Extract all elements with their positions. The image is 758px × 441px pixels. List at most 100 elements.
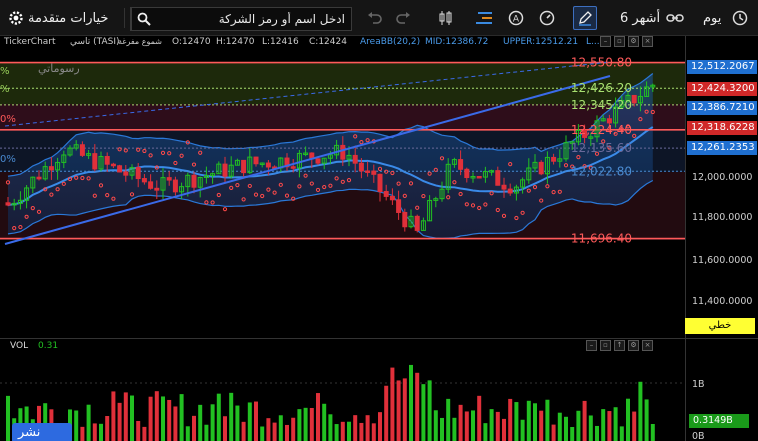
volume-bar[interactable] [533, 403, 537, 441]
volume-bar[interactable] [601, 409, 606, 441]
volume-bar[interactable] [440, 417, 444, 441]
volume-bar[interactable] [526, 400, 531, 441]
volume-bar[interactable] [576, 410, 581, 441]
volume-bar[interactable] [421, 384, 426, 441]
volume-bar[interactable] [266, 418, 271, 441]
volume-restore-button[interactable]: ▫ [600, 340, 611, 351]
redo-button[interactable] [392, 7, 414, 29]
volume-bar[interactable] [564, 416, 568, 441]
clock-button[interactable] [729, 7, 751, 29]
volume-close-button[interactable]: × [642, 340, 653, 351]
volume-bar[interactable] [185, 426, 190, 441]
volume-minimize-button[interactable]: – [586, 340, 597, 351]
volume-bar[interactable] [117, 402, 122, 441]
volume-bar[interactable] [489, 409, 494, 441]
volume-bar[interactable] [247, 402, 252, 441]
volume-bar[interactable] [235, 405, 240, 441]
volume-bar[interactable] [130, 395, 134, 441]
volume-settings-button[interactable]: ⚙ [628, 340, 639, 351]
volume-bar[interactable] [148, 396, 153, 441]
price-axis[interactable]: 12,512.2067 12,424.3200 12,386.7210 12,3… [685, 36, 758, 338]
candle[interactable] [48, 166, 54, 171]
volume-bar[interactable] [545, 399, 550, 441]
volume-bar[interactable] [446, 398, 451, 441]
candle[interactable] [36, 176, 42, 180]
volume-bar[interactable] [464, 411, 469, 441]
volume-bar[interactable] [551, 424, 556, 441]
undo-button[interactable] [364, 7, 386, 29]
candle[interactable] [631, 94, 637, 104]
volume-bar[interactable] [365, 415, 370, 441]
volume-bar[interactable] [303, 407, 308, 441]
pane-settings-button[interactable]: ⚙ [628, 36, 639, 47]
volume-bar[interactable] [105, 416, 110, 441]
candle[interactable] [377, 173, 383, 193]
volume-bar[interactable] [588, 415, 593, 441]
candle[interactable] [396, 199, 402, 213]
volume-chart[interactable] [0, 352, 685, 441]
candle[interactable] [383, 191, 389, 197]
volume-bar[interactable] [471, 410, 475, 441]
symbol-search-input[interactable] [155, 8, 351, 30]
candle[interactable] [5, 202, 11, 206]
candle[interactable] [110, 163, 116, 167]
candle[interactable] [135, 167, 141, 180]
volume-bar[interactable] [291, 417, 296, 441]
volume-bar[interactable] [210, 404, 215, 441]
volume-bar[interactable] [167, 399, 172, 441]
volume-bar[interactable] [154, 391, 159, 441]
candle[interactable] [222, 163, 228, 177]
volume-bar[interactable] [626, 398, 630, 441]
volume-bar[interactable] [198, 404, 203, 441]
volume-bar[interactable] [136, 420, 141, 441]
volume-bar[interactable] [111, 391, 116, 441]
candle[interactable] [458, 159, 464, 170]
volume-bar[interactable] [613, 407, 618, 441]
candle[interactable] [495, 170, 501, 186]
volume-bar[interactable] [86, 404, 91, 441]
volume-bar[interactable] [458, 404, 463, 441]
volume-axis[interactable]: 1B 0.3149B 0B [685, 338, 758, 441]
volume-bar[interactable] [216, 393, 221, 441]
volume-bar[interactable] [353, 415, 358, 441]
volume-bar[interactable] [514, 402, 519, 441]
volume-bar[interactable] [483, 423, 488, 441]
candle[interactable] [154, 187, 160, 191]
scale-type-button[interactable]: خطي [685, 318, 755, 334]
candle[interactable] [358, 162, 364, 172]
volume-bar[interactable] [415, 372, 420, 441]
period-selector[interactable]: 6 أشهر [620, 6, 660, 30]
candle[interactable] [79, 144, 85, 156]
volume-bar[interactable] [173, 406, 178, 441]
volume-bar[interactable] [340, 421, 345, 441]
publish-button[interactable]: نشر [12, 423, 72, 441]
volume-bar[interactable] [322, 403, 327, 441]
volume-bar[interactable] [272, 422, 277, 441]
candle[interactable] [340, 144, 346, 160]
volume-bar[interactable] [371, 423, 376, 441]
candle[interactable] [352, 154, 358, 164]
price-chart[interactable]: 12,550.80 12,426.20 12,345.20 12,224.40 12,1… [0, 36, 685, 338]
candle[interactable] [166, 177, 172, 181]
volume-bar[interactable] [278, 415, 283, 441]
volume-bar[interactable] [427, 380, 432, 441]
volume-bar[interactable] [378, 412, 382, 441]
volume-bar[interactable] [452, 417, 457, 441]
volume-bar[interactable] [260, 426, 265, 441]
candle[interactable] [191, 174, 197, 188]
candle[interactable] [551, 156, 557, 162]
candle[interactable] [141, 178, 147, 183]
volume-bar[interactable] [557, 412, 562, 441]
volume-bar[interactable] [6, 395, 10, 441]
volume-bar[interactable] [359, 422, 364, 441]
candle[interactable] [365, 170, 371, 173]
volume-bar[interactable] [142, 426, 147, 441]
volume-bar[interactable] [650, 423, 655, 441]
volume-up-button[interactable]: ↑ [614, 340, 625, 351]
candle[interactable] [104, 156, 110, 165]
volume-bar[interactable] [508, 398, 513, 441]
volume-bar[interactable] [632, 411, 637, 441]
speed-button[interactable] [536, 7, 558, 29]
volume-bar[interactable] [229, 392, 234, 441]
candle[interactable] [507, 188, 513, 194]
